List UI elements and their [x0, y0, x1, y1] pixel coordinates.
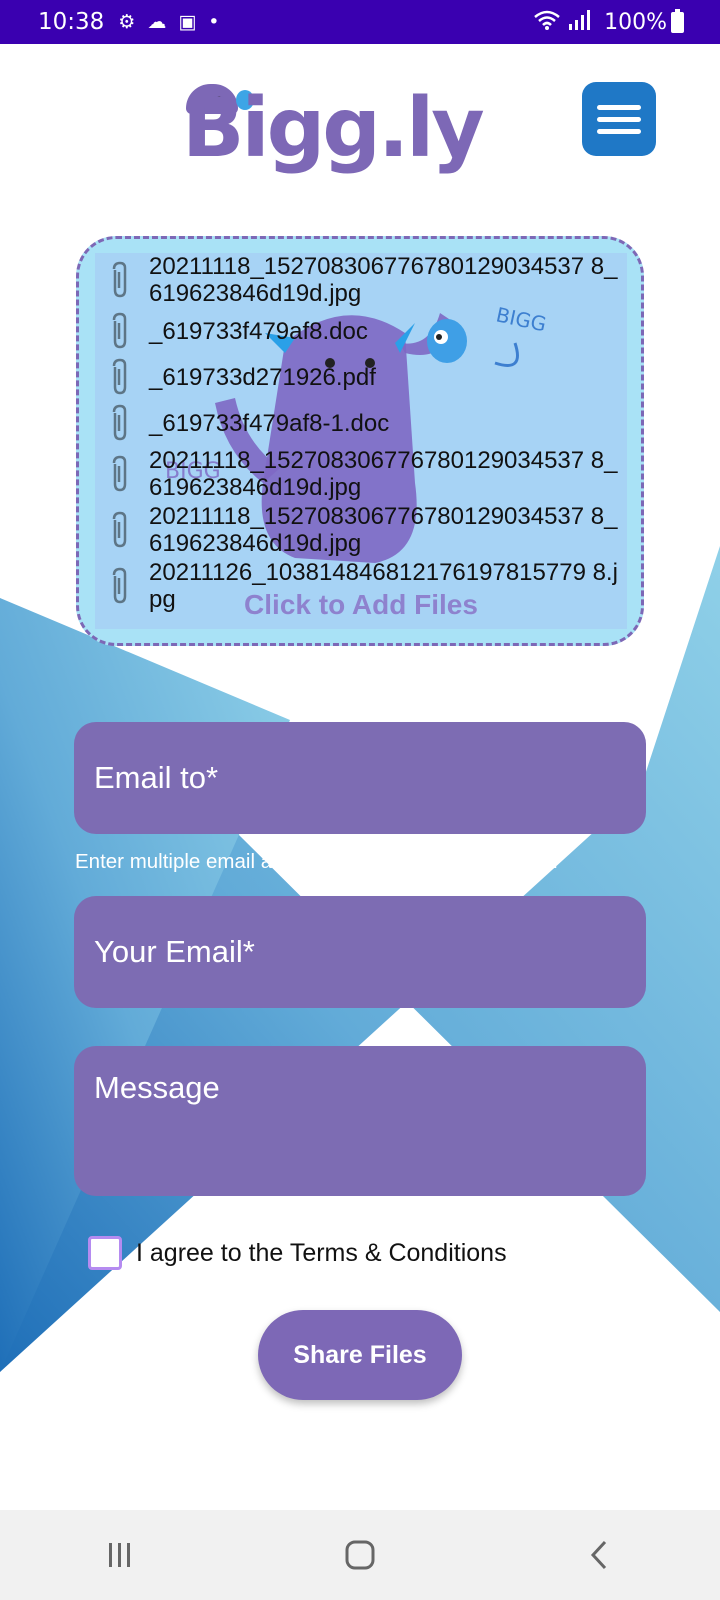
paperclip-icon [105, 357, 135, 397]
add-files-cta[interactable]: Click to Add Files [95, 589, 627, 621]
file-list: 20211118_152708306776780129034537 8_6196… [95, 253, 627, 629]
file-name: 20211118_152708306776780129034537 8_6196… [149, 503, 618, 557]
file-item[interactable]: _619733d271926.pdf [95, 355, 627, 399]
back-icon [590, 1540, 607, 1570]
email-hint: Enter multiple email addresses separated… [75, 850, 559, 873]
recent-apps-button[interactable] [90, 1525, 150, 1585]
file-item[interactable]: _619733f479af8-1.doc [95, 401, 627, 445]
email-to-placeholder: Email to* [94, 760, 219, 795]
battery-level: 100% [604, 9, 667, 35]
paperclip-icon [105, 403, 135, 443]
file-item[interactable]: 20211118_152708306776780129034537 8_6196… [95, 253, 627, 307]
message-field[interactable]: Message [74, 1046, 646, 1196]
cloud-icon: ☁ [147, 10, 167, 33]
menu-button[interactable] [582, 82, 656, 156]
paperclip-icon [105, 311, 135, 351]
file-name: 20211118_152708306776780129034537 8_6196… [149, 253, 618, 307]
system-nav-bar [0, 1510, 720, 1600]
file-drop-zone[interactable]: BIGG BIGG 20211118_152708306776780129034… [76, 236, 644, 646]
file-item[interactable]: _619733f479af8.doc [95, 309, 627, 353]
signal-icon [568, 9, 591, 35]
paperclip-icon [105, 510, 135, 550]
gear-icon: ⚙ [118, 10, 136, 33]
file-item[interactable]: 20211118_152708306776780129034537 8_6196… [95, 503, 627, 557]
file-name: 20211118_152708306776780129034537 8_6196… [149, 447, 618, 501]
recent-apps-icon [109, 1543, 130, 1567]
battery-icon [671, 8, 684, 33]
email-to-field[interactable]: Email to* [74, 722, 646, 834]
message-placeholder: Message [94, 1070, 220, 1105]
your-email-placeholder: Your Email* [94, 934, 255, 969]
status-time: 10:38 [38, 9, 105, 35]
back-button[interactable] [570, 1525, 630, 1585]
share-files-button[interactable]: Share Files [258, 1310, 462, 1400]
file-name: _619733f479af8-1.doc [149, 409, 390, 437]
file-name: _619733f479af8.doc [149, 317, 368, 345]
drop-zone-inner: BIGG BIGG 20211118_152708306776780129034… [95, 253, 627, 629]
wifi-icon [534, 9, 560, 36]
home-icon [345, 1540, 375, 1570]
terms-row[interactable]: I agree to the Terms & Conditions [88, 1236, 507, 1270]
terms-checkbox[interactable] [88, 1236, 122, 1270]
hamburger-icon [597, 104, 641, 110]
home-button[interactable] [330, 1525, 390, 1585]
file-name: _619733d271926.pdf [149, 363, 376, 391]
bag-icon: ▣ [178, 10, 197, 33]
your-email-field[interactable]: Your Email* [74, 896, 646, 1008]
terms-label[interactable]: I agree to the Terms & Conditions [136, 1239, 507, 1268]
paperclip-icon [105, 454, 135, 494]
paperclip-icon [105, 260, 135, 300]
dot-icon: • [208, 10, 220, 33]
logo-text: Bigg.ly [182, 81, 485, 176]
app-logo[interactable]: Bigg.ly [176, 80, 485, 180]
file-item[interactable]: 20211118_152708306776780129034537 8_6196… [95, 447, 627, 501]
status-bar: 10:38 ⚙ ☁ ▣ • 100% [0, 0, 720, 44]
